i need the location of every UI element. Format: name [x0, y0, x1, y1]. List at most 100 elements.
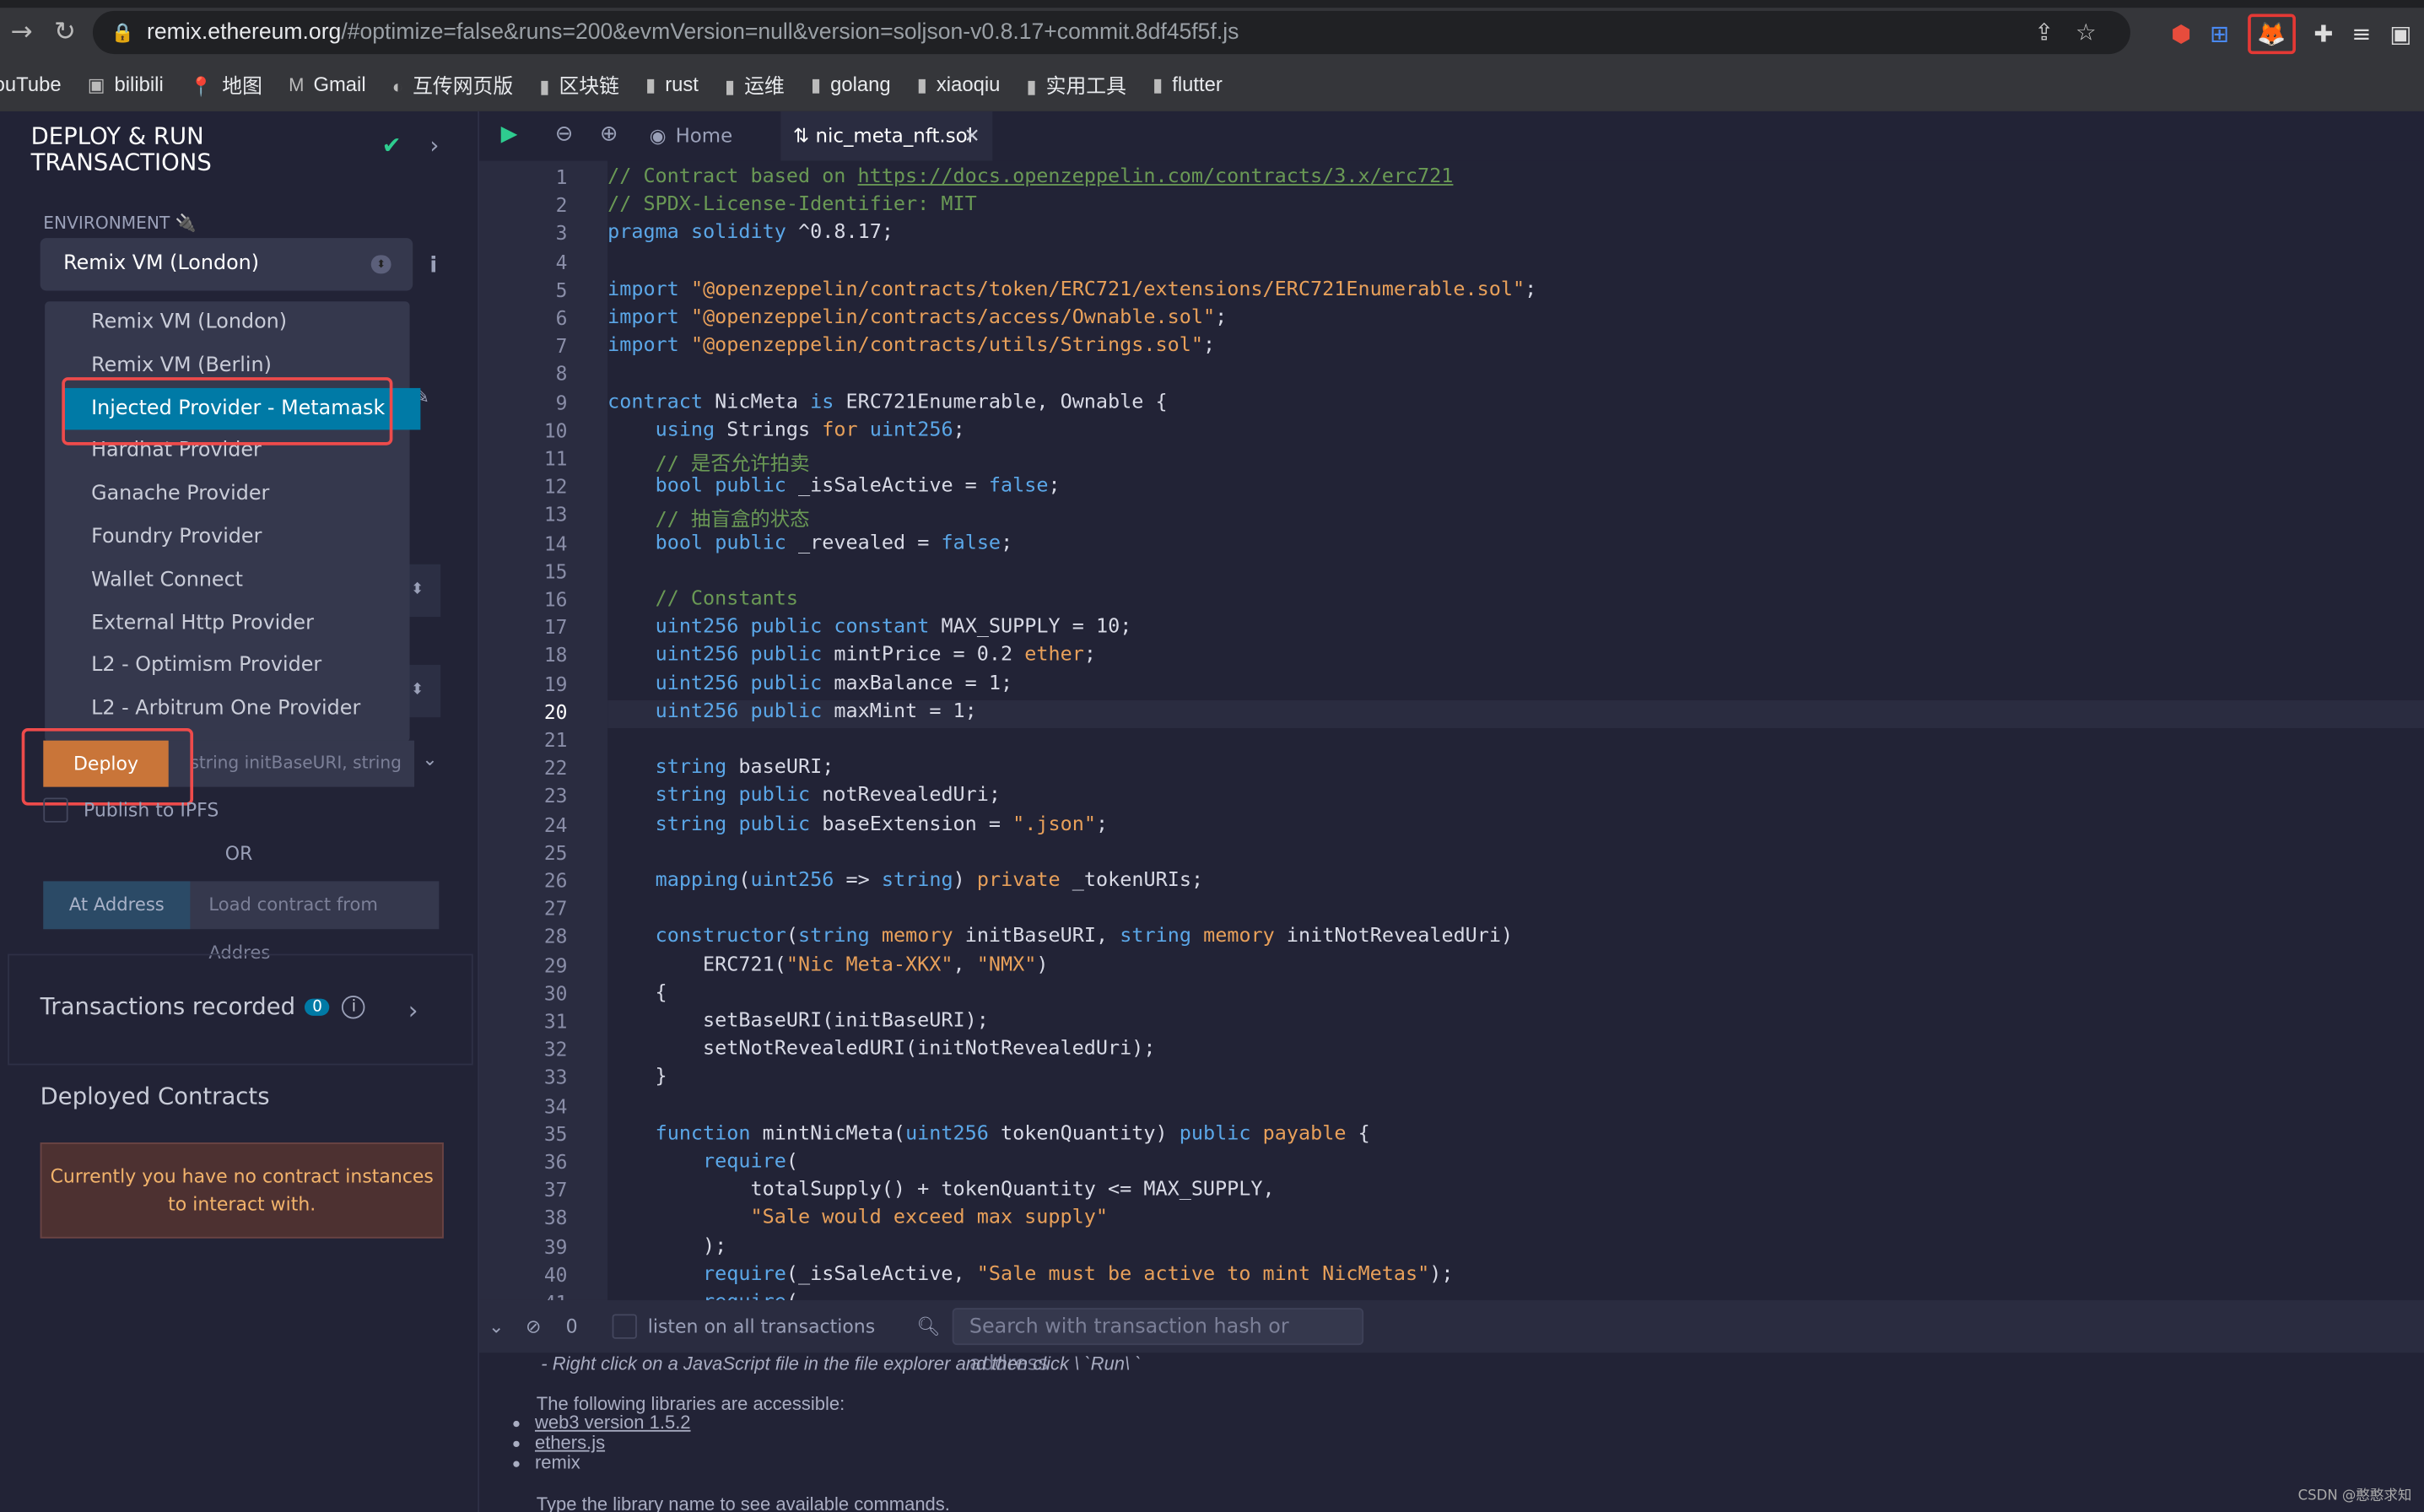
code-line[interactable]	[607, 728, 2424, 756]
tab-home[interactable]: ◉ Home	[650, 124, 733, 147]
sidepanel-icon[interactable]: ▣	[2389, 20, 2411, 48]
bookmark[interactable]: ▮ rust	[645, 72, 699, 94]
puzzle-icon[interactable]: ✚	[2313, 20, 2333, 48]
extension-icon[interactable]: ⬢	[2171, 20, 2191, 48]
code-line[interactable]	[607, 1094, 2424, 1122]
code-area[interactable]: // Contract based on https://docs.openze…	[607, 161, 2424, 1300]
code-line[interactable]: bool public _isSaleActive = false;	[607, 475, 2424, 503]
bookmark[interactable]: ▮ 实用工具	[1027, 69, 1126, 99]
environment-option[interactable]: L2 - Optimism Provider	[45, 645, 409, 688]
folder-icon: ▮	[539, 74, 550, 97]
code-line[interactable]: mapping(uint256 => string) private _toke…	[607, 869, 2424, 897]
bookmark[interactable]: ▮ 运维	[725, 69, 785, 99]
environment-option[interactable]: L2 - Arbitrum One Provider	[45, 688, 409, 732]
collapse-icon[interactable]: ⌄	[489, 1315, 504, 1337]
chevron-right-icon: ›	[408, 996, 418, 1025]
environment-option[interactable]: Foundry Provider	[45, 516, 409, 559]
bookmark[interactable]: ▣ bilibili	[88, 72, 164, 94]
code-line[interactable]: import "@openzeppelin/contracts/token/ER…	[607, 278, 2424, 305]
listen-checkbox[interactable]	[612, 1314, 637, 1339]
address-bar[interactable]: 🔒 remix.ethereum.org/#optimize=false&run…	[92, 10, 2130, 55]
media-icon[interactable]: ≡	[2351, 20, 2371, 48]
bookmark[interactable]: M Gmail	[289, 72, 366, 94]
code-line[interactable]: "Sale would exceed max supply"	[607, 1207, 2424, 1234]
code-line[interactable]: ERC721("Nic Meta-XKX", "NMX")	[607, 953, 2424, 981]
clear-icon[interactable]: ⊘	[526, 1315, 541, 1337]
bookmark[interactable]: ▮ flutter	[1153, 72, 1223, 94]
code-line[interactable]: uint256 public mintPrice = 0.2 ether;	[607, 644, 2424, 672]
code-line[interactable]: contract NicMeta is ERC721Enumerable, Ow…	[607, 391, 2424, 418]
environment-option[interactable]: Ganache Provider	[45, 473, 409, 516]
reload-icon[interactable]: ↻	[43, 17, 86, 48]
no-contracts-alert: Currently you have no contract instances…	[40, 1142, 444, 1239]
bookmark[interactable]: 📍 地图	[190, 69, 262, 99]
transactions-recorded[interactable]: Transactions recorded 0 i ›	[8, 953, 473, 1066]
bookmark[interactable]: ▮ xiaoqiu	[917, 72, 1001, 94]
bookmark[interactable]: ouTube	[0, 72, 62, 94]
code-line[interactable]	[607, 840, 2424, 868]
code-line[interactable]: import "@openzeppelin/contracts/utils/St…	[607, 334, 2424, 362]
code-line[interactable]	[607, 897, 2424, 925]
chevron-down-icon[interactable]: ⌄	[422, 748, 437, 770]
code-line[interactable]: function mintNicMeta(uint256 tokenQuanti…	[607, 1122, 2424, 1150]
code-line[interactable]: string public baseExtension = ".json";	[607, 813, 2424, 840]
code-line[interactable]: // Contract based on https://docs.openze…	[607, 165, 2424, 193]
environment-option[interactable]: External Http Provider	[45, 602, 409, 645]
code-line[interactable]: // 抽盲盒的状态	[607, 503, 2424, 532]
code-line[interactable]: require(	[607, 1291, 2424, 1300]
environment-option[interactable]: Wallet Connect	[45, 559, 409, 602]
tab-file[interactable]: ⇅ nic_meta_nft.sol ✕	[780, 111, 993, 161]
bookmark[interactable]: ▮ golang	[811, 72, 891, 94]
translate-icon[interactable]: ⊞	[2210, 20, 2229, 48]
forward-icon[interactable]: →	[0, 17, 43, 48]
code-line[interactable]	[607, 250, 2424, 278]
code-line[interactable]: require(	[607, 1150, 2424, 1178]
code-line[interactable]	[607, 362, 2424, 390]
code-line[interactable]: string public notRevealedUri;	[607, 785, 2424, 813]
code-line[interactable]: string baseURI;	[607, 756, 2424, 784]
zoom-in-icon[interactable]: ⊕	[600, 122, 618, 147]
code-line[interactable]: pragma solidity ^0.8.17;	[607, 222, 2424, 250]
code-line[interactable]: {	[607, 981, 2424, 1009]
code-line[interactable]: using Strings for uint256;	[607, 418, 2424, 446]
web3-link[interactable]: web3 version 1.5.2	[535, 1412, 691, 1434]
metamask-fox-icon[interactable]: 🦊	[2248, 14, 2296, 55]
code-line[interactable]: uint256 public maxBalance = 1;	[607, 672, 2424, 699]
code-line[interactable]: }	[607, 1066, 2424, 1094]
code-line[interactable]: );	[607, 1234, 2424, 1262]
code-line[interactable]	[607, 559, 2424, 587]
zoom-out-icon[interactable]: ⊖	[555, 122, 574, 147]
chevron-right-icon[interactable]: ›	[429, 132, 439, 159]
run-icon[interactable]: ▶	[501, 122, 518, 147]
star-icon[interactable]: ☆	[2076, 20, 2118, 46]
environment-select[interactable]: Remix VM (London) ⬍	[40, 238, 413, 291]
at-address-button[interactable]: At Address	[43, 881, 191, 930]
search-icon: 🔍︎	[916, 1315, 941, 1337]
code-line[interactable]: constructor(string memory initBaseURI, s…	[607, 925, 2424, 953]
code-line[interactable]: setBaseURI(initBaseURI);	[607, 1009, 2424, 1037]
code-line[interactable]: // 是否允许拍卖	[607, 447, 2424, 476]
share-icon[interactable]: ⇪	[2034, 20, 2076, 46]
ethers-link[interactable]: ethers.js	[535, 1432, 605, 1454]
bookmark[interactable]: ◐ 互传网页版	[392, 69, 513, 99]
code-line[interactable]: uint256 public maxMint = 1;	[607, 699, 2424, 728]
code-line[interactable]: // SPDX-License-Identifier: MIT	[607, 193, 2424, 221]
check-icon: ✔	[381, 131, 402, 159]
code-line[interactable]: totalSupply() + tokenQuantity <= MAX_SUP…	[607, 1179, 2424, 1207]
tx-count-badge: 0	[305, 998, 331, 1016]
info-icon[interactable]: i	[429, 253, 437, 278]
code-line[interactable]: uint256 public constant MAX_SUPPLY = 10;	[607, 616, 2424, 644]
code-line[interactable]: bool public _revealed = false;	[607, 532, 2424, 559]
bookmark[interactable]: ▮ 区块链	[539, 69, 619, 99]
constructor-args-input[interactable]: string initBaseURI, string ir	[190, 741, 407, 787]
code-line[interactable]: setNotRevealedURI(initNotRevealedUri);	[607, 1038, 2424, 1066]
line-number: 30	[543, 981, 568, 1005]
close-icon[interactable]: ✕	[964, 111, 980, 161]
publish-ipfs-checkbox[interactable]	[43, 797, 68, 823]
code-line[interactable]: require(_isSaleActive, "Sale must be act…	[607, 1263, 2424, 1291]
code-line[interactable]: // Constants	[607, 587, 2424, 615]
environment-option[interactable]: Remix VM (London)	[45, 301, 409, 344]
line-number: 40	[543, 1262, 568, 1287]
code-line[interactable]: import "@openzeppelin/contracts/access/O…	[607, 306, 2424, 334]
search-input[interactable]: Search with transaction hash or address	[952, 1308, 1364, 1376]
